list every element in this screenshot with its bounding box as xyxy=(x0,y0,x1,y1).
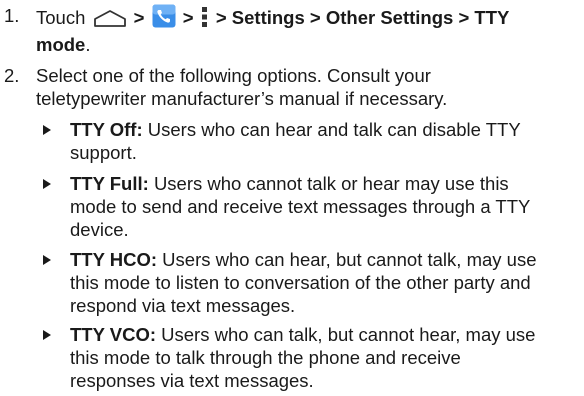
option-line: TTY Full: Users who cannot talk or hear … xyxy=(70,172,580,195)
option-tty-hco: TTY HCO: Users who can hear, but cannot … xyxy=(43,248,580,317)
option-line: support. xyxy=(70,142,137,163)
option-line: mode to send and receive text messages t… xyxy=(70,196,531,217)
option-term: TTY Full: xyxy=(70,173,149,194)
step-2-line-1: Select one of the following options. Con… xyxy=(36,65,431,86)
option-line: TTY VCO: Users who can talk, but cannot … xyxy=(70,323,580,346)
option-tty-vco: TTY VCO: Users who can talk, but cannot … xyxy=(43,323,580,392)
bullet-arrow-icon xyxy=(43,125,51,135)
step-1-line-2: mode. xyxy=(36,33,576,56)
home-icon xyxy=(93,8,127,33)
option-tty-off: TTY Off: Users who can hear and talk can… xyxy=(43,118,580,164)
option-term: TTY HCO: xyxy=(70,249,158,270)
bullet-arrow-icon xyxy=(43,179,51,189)
option-line: this mode to talk through the phone and … xyxy=(70,347,461,368)
option-line: TTY Off: Users who can hear and talk can… xyxy=(70,118,580,141)
path-separator: > xyxy=(133,7,145,28)
step-2-line-2: teletypewriter manufacturer’s manual if … xyxy=(36,88,448,109)
option-term: TTY Off: xyxy=(70,119,143,140)
bullet-arrow-icon xyxy=(43,255,51,265)
bullet-arrow-icon xyxy=(43,330,51,340)
touch-word: Touch xyxy=(36,7,86,28)
option-line: device. xyxy=(70,219,129,240)
option-text: Users who can hear and talk can disable … xyxy=(147,119,521,140)
option-text: Users who can hear, but cannot talk, may… xyxy=(162,249,537,270)
step-number: 1. xyxy=(4,5,20,26)
step-1-line-1: Touch > > > Settings > Other Settings > … xyxy=(36,4,576,33)
option-text: Users who cannot talk or hear may use th… xyxy=(153,173,509,194)
path-separator: > xyxy=(182,7,194,28)
option-term: TTY VCO: xyxy=(70,324,156,345)
step-number: 2. xyxy=(4,65,20,86)
step-1-text: Touch > > > Settings > Other Settings > … xyxy=(36,4,576,56)
option-tty-full: TTY Full: Users who cannot talk or hear … xyxy=(43,172,580,241)
menu-icon xyxy=(201,6,209,33)
settings-path: > Settings > Other Settings > TTY xyxy=(215,7,510,28)
settings-path-end: mode xyxy=(36,34,86,55)
option-line: respond via text messages. xyxy=(70,295,296,316)
step-2-text: Select one of the following options. Con… xyxy=(36,64,576,110)
phone-icon xyxy=(152,4,176,33)
option-line: this mode to listen to conversation of t… xyxy=(70,272,531,293)
option-line: responses via text messages. xyxy=(70,370,314,391)
period: . xyxy=(85,34,91,55)
option-text: Users who can talk, but cannot hear, may… xyxy=(161,324,536,345)
option-line: TTY HCO: Users who can hear, but cannot … xyxy=(70,248,580,271)
